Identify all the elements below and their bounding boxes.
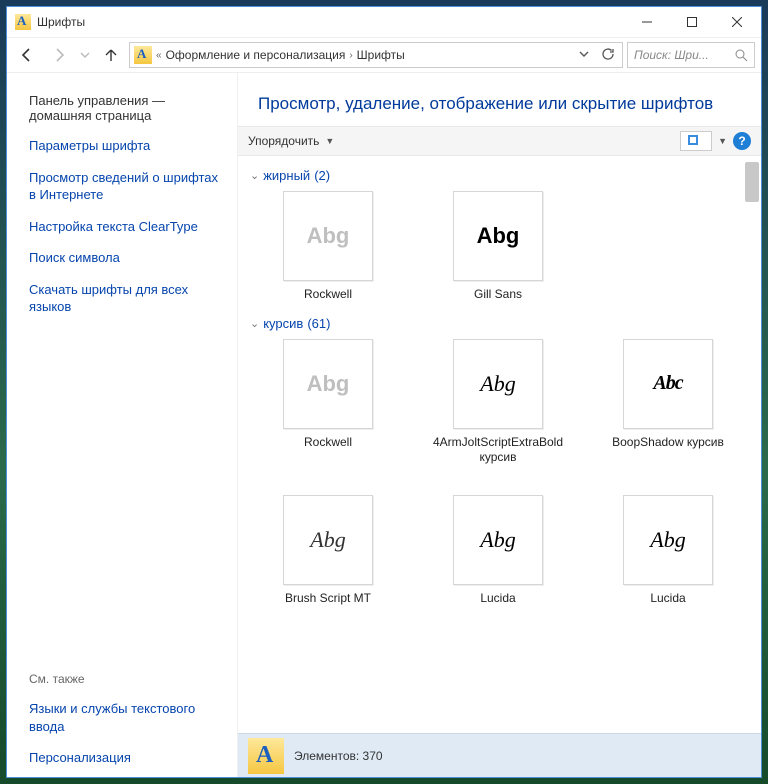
font-preview: Abg (623, 495, 713, 585)
font-item[interactable]: Abg Lucida (428, 495, 568, 606)
group-count: (61) (307, 316, 330, 331)
breadcrumb-current[interactable]: Шрифты (357, 48, 405, 62)
font-item[interactable]: Abg Brush Script MT (258, 495, 398, 606)
help-button[interactable]: ? (733, 132, 751, 150)
up-button[interactable] (97, 41, 125, 69)
refresh-button[interactable] (598, 47, 618, 64)
sidebar-link-cleartype[interactable]: Настройка текста ClearType (29, 218, 225, 236)
breadcrumb-parent[interactable]: Оформление и персонализация (166, 48, 346, 62)
navbar: « Оформление и персонализация › Шрифты П… (7, 37, 761, 73)
see-also-heading: См. также (29, 672, 225, 686)
sidebar-link-download-fonts[interactable]: Скачать шрифты для всех языков (29, 281, 225, 316)
chevron-down-icon: ▼ (325, 136, 334, 146)
back-button[interactable] (13, 41, 41, 69)
content-area: ⌄ жирный (2) Abg Rockwell Abg Gill Sans … (238, 156, 761, 733)
organize-button[interactable]: Упорядочить (248, 134, 319, 148)
chevron-down-icon: ⌄ (250, 317, 259, 330)
font-name: Lucida (650, 591, 685, 606)
font-grid-bold: Abg Rockwell Abg Gill Sans (250, 191, 755, 302)
font-name: Lucida (480, 591, 515, 606)
sidebar-link-text-services[interactable]: Языки и службы текстового ввода (29, 700, 225, 735)
font-name: 4ArmJoltScriptExtraBold курсив (429, 435, 567, 465)
search-input[interactable]: Поиск: Шри... (627, 42, 755, 68)
statusbar: Элементов: 370 (238, 733, 761, 777)
group-label: жирный (263, 168, 310, 183)
font-preview: Abg (283, 191, 373, 281)
font-preview: Abg (453, 339, 543, 429)
font-preview: Abg (283, 339, 373, 429)
scrollbar[interactable] (745, 162, 759, 202)
recent-dropdown[interactable] (77, 41, 93, 69)
address-bar[interactable]: « Оформление и персонализация › Шрифты (129, 42, 623, 68)
chevron-down-icon: ⌄ (250, 169, 259, 182)
search-icon (735, 49, 748, 62)
font-item[interactable]: Abg Rockwell (258, 191, 398, 302)
body: Панель управления — домашняя страница Па… (7, 73, 761, 777)
sidebar-link-font-info-online[interactable]: Просмотр сведений о шрифтах в Интернете (29, 169, 225, 204)
font-name: BoopShadow курсив (612, 435, 724, 450)
font-name: Gill Sans (474, 287, 522, 302)
titlebar: Шрифты (7, 7, 761, 37)
sidebar-link-char-map[interactable]: Поиск символа (29, 249, 225, 267)
status-text: Элементов: 370 (294, 749, 383, 763)
page-title: Просмотр, удаление, отображение или скры… (238, 73, 761, 126)
sidebar-link-font-settings[interactable]: Параметры шрифта (29, 137, 225, 155)
font-item[interactable]: Abg Gill Sans (428, 191, 568, 302)
font-preview: Abg (283, 495, 373, 585)
font-item[interactable]: Abc BoopShadow курсив (598, 339, 738, 465)
toolbar: Упорядочить ▼ ▼ ? (238, 126, 761, 156)
font-name: Brush Script MT (285, 591, 371, 606)
group-header-bold[interactable]: ⌄ жирный (2) (250, 162, 755, 191)
view-button[interactable] (680, 131, 712, 151)
maximize-button[interactable] (669, 8, 714, 36)
font-item[interactable]: Abg 4ArmJoltScriptExtraBold курсив (428, 339, 568, 465)
font-grid-italic: Abg Rockwell Abg 4ArmJoltScriptExtraBold… (250, 339, 755, 606)
font-name: Rockwell (304, 287, 352, 302)
forward-button[interactable] (45, 41, 73, 69)
search-placeholder: Поиск: Шри... (634, 48, 731, 62)
chevron-right-icon: › (349, 50, 352, 61)
control-panel-home-link[interactable]: Панель управления — домашняя страница (29, 93, 225, 123)
sidebar: Панель управления — домашняя страница Па… (7, 73, 237, 777)
fonts-folder-icon (15, 14, 31, 30)
minimize-button[interactable] (624, 8, 669, 36)
font-item[interactable]: Abg Lucida (598, 495, 738, 606)
fonts-folder-icon (248, 738, 284, 774)
window-title: Шрифты (37, 15, 624, 29)
group-count: (2) (314, 168, 330, 183)
group-label: курсив (263, 316, 303, 331)
breadcrumb-sep-icon: « (156, 50, 162, 61)
address-dropdown[interactable] (574, 48, 594, 62)
font-preview: Abc (623, 339, 713, 429)
sidebar-link-personalization[interactable]: Персонализация (29, 749, 225, 767)
font-preview: Abg (453, 191, 543, 281)
chevron-down-icon[interactable]: ▼ (718, 136, 727, 146)
font-item[interactable]: Abg Rockwell (258, 339, 398, 465)
group-header-italic[interactable]: ⌄ курсив (61) (250, 310, 755, 339)
main: Просмотр, удаление, отображение или скры… (237, 73, 761, 777)
font-preview: Abg (453, 495, 543, 585)
window-controls (624, 8, 759, 36)
window: Шрифты « Оформление и (6, 6, 762, 778)
close-button[interactable] (714, 8, 759, 36)
font-name: Rockwell (304, 435, 352, 450)
fonts-folder-icon (134, 46, 152, 64)
